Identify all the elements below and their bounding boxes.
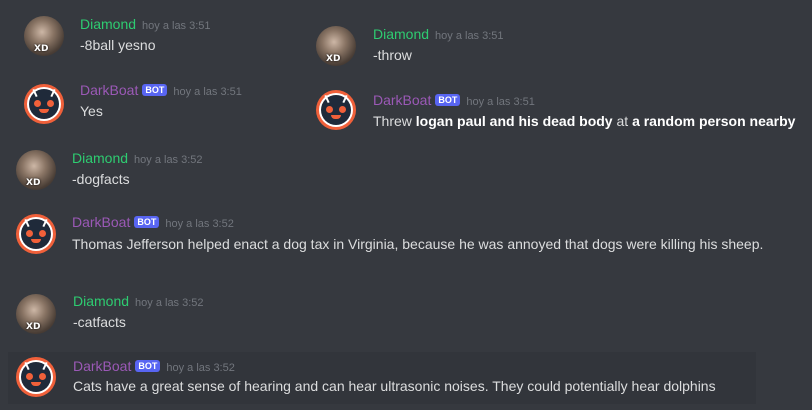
- diamond-avatar[interactable]: XD: [24, 16, 64, 56]
- darkboat-avatar[interactable]: [16, 214, 56, 254]
- bot-badge: BOT: [142, 84, 168, 96]
- diamond-avatar[interactable]: XD: [16, 150, 56, 190]
- author-name[interactable]: DarkBoat: [373, 92, 431, 108]
- author-name[interactable]: Diamond: [373, 26, 429, 42]
- text-bold-object: logan paul and his dead body: [415, 113, 613, 129]
- message-text: Yes: [80, 103, 103, 119]
- avatar-label: XD: [34, 44, 49, 54]
- author-name[interactable]: DarkBoat: [80, 82, 138, 98]
- avatar-label: XD: [26, 322, 41, 332]
- message-header: DarkBoat BOT hoy a las 3:52: [72, 212, 234, 231]
- message-header: Diamond hoy a las 3:52: [72, 148, 203, 167]
- timestamp: hoy a las 3:51: [142, 20, 211, 32]
- author-name[interactable]: DarkBoat: [73, 358, 131, 374]
- darkboat-avatar[interactable]: [16, 357, 56, 397]
- timestamp: hoy a las 3:51: [435, 30, 504, 42]
- darkboat-avatar[interactable]: [316, 90, 356, 130]
- message-text: -throw: [373, 47, 412, 63]
- message-header: Diamond hoy a las 3:51: [80, 14, 211, 33]
- timestamp: hoy a las 3:51: [173, 86, 242, 98]
- avatar-label: XD: [26, 178, 41, 188]
- message-text: -8ball yesno: [80, 37, 156, 53]
- bot-badge: BOT: [435, 94, 461, 106]
- bot-badge: BOT: [135, 360, 161, 372]
- message-text: Cats have a great sense of hearing and c…: [73, 378, 716, 394]
- diamond-avatar[interactable]: XD: [16, 294, 56, 334]
- timestamp: hoy a las 3:52: [165, 218, 234, 230]
- avatar-label: XD: [326, 54, 341, 64]
- timestamp: hoy a las 3:51: [466, 96, 535, 108]
- message-text: Threw logan paul and his dead body at a …: [373, 113, 795, 129]
- message-header: DarkBoat BOT hoy a las 3:52: [73, 356, 235, 375]
- message-text: -catfacts: [73, 314, 126, 330]
- bot-badge: BOT: [134, 216, 160, 228]
- author-name[interactable]: Diamond: [72, 150, 128, 166]
- text-part: Threw: [373, 113, 416, 129]
- diamond-avatar[interactable]: XD: [316, 26, 356, 66]
- timestamp: hoy a las 3:52: [166, 362, 235, 374]
- message-header: Diamond hoy a las 3:52: [73, 291, 204, 310]
- message-header: DarkBoat BOT hoy a las 3:51: [373, 90, 535, 109]
- darkboat-avatar[interactable]: [24, 84, 64, 124]
- message-text: -dogfacts: [72, 171, 130, 187]
- author-name[interactable]: Diamond: [73, 293, 129, 309]
- message-header: DarkBoat BOT hoy a las 3:51: [80, 80, 242, 99]
- message-text: Thomas Jefferson helped enact a dog tax …: [72, 236, 764, 252]
- text-bold-target: a random person nearby: [632, 113, 796, 129]
- author-name[interactable]: Diamond: [80, 16, 136, 32]
- timestamp: hoy a las 3:52: [134, 154, 203, 166]
- author-name[interactable]: DarkBoat: [72, 214, 130, 230]
- timestamp: hoy a las 3:52: [135, 297, 204, 309]
- message-header: Diamond hoy a las 3:51: [373, 24, 504, 43]
- text-part: at: [612, 113, 633, 129]
